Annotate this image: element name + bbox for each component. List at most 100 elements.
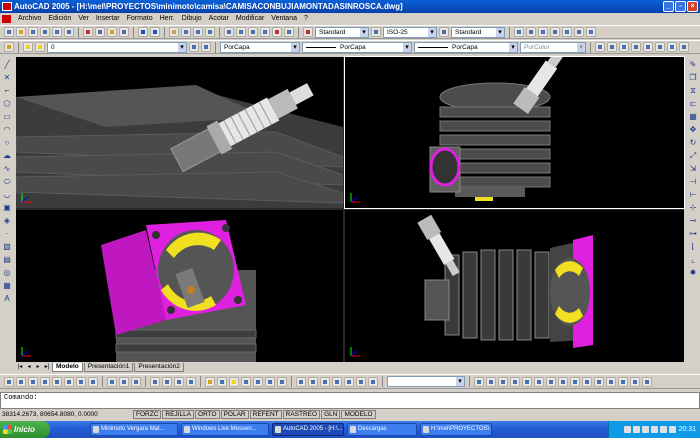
- setup-view-icon[interactable]: [76, 376, 86, 387]
- taskbar-item-proyectos[interactable]: H:\mel\PROYECTOS\...: [420, 423, 492, 436]
- view-back-icon[interactable]: [562, 27, 572, 37]
- toolpalette-icon[interactable]: [248, 27, 258, 37]
- shade-2d-icon[interactable]: [296, 376, 306, 387]
- designcenter-icon[interactable]: [236, 27, 246, 37]
- tab-presentacion2[interactable]: Presentación2: [134, 362, 184, 372]
- menu-acotar[interactable]: Acotar: [209, 15, 229, 22]
- cut-icon[interactable]: [83, 27, 93, 37]
- restore-button[interactable]: ▫: [675, 1, 686, 12]
- dim-diameter-icon[interactable]: [546, 376, 556, 387]
- rotate-icon[interactable]: ↻: [688, 138, 698, 148]
- zoom-window-icon[interactable]: [193, 27, 203, 37]
- scale-icon[interactable]: ⤢: [688, 151, 698, 161]
- flat-icon[interactable]: [332, 376, 342, 387]
- mirror-icon[interactable]: ⧖: [688, 86, 698, 96]
- materials-icon[interactable]: [241, 376, 251, 387]
- document-icon[interactable]: [2, 14, 11, 23]
- make-current-icon[interactable]: [189, 42, 199, 52]
- tray-icon[interactable]: [642, 426, 650, 433]
- solid-tool-1-icon[interactable]: [595, 42, 605, 52]
- redo-icon[interactable]: [150, 27, 160, 37]
- match-properties-icon[interactable]: [119, 27, 129, 37]
- tray-icon[interactable]: [633, 426, 641, 433]
- menu-insertar[interactable]: Insertar: [96, 15, 120, 22]
- zoom-realtime-icon[interactable]: [181, 27, 191, 37]
- lineweight-toggle[interactable]: GLN: [321, 410, 341, 419]
- trim-icon[interactable]: ⊣: [688, 177, 698, 187]
- solid-tool-8-icon[interactable]: [679, 42, 689, 52]
- polyline-icon[interactable]: ⌐: [2, 86, 12, 96]
- next-tab-button[interactable]: ▸: [34, 363, 42, 372]
- quick-dim-icon[interactable]: [570, 376, 580, 387]
- rectangle-icon[interactable]: ▭: [2, 112, 12, 122]
- save-icon[interactable]: [28, 27, 38, 37]
- solid-tool-6-icon[interactable]: [655, 42, 665, 52]
- close-button[interactable]: ×: [687, 1, 698, 12]
- view-se-icon[interactable]: [586, 27, 596, 37]
- gouraud-icon[interactable]: [344, 376, 354, 387]
- viewport-bottom-right[interactable]: [345, 210, 684, 362]
- dim-arc-icon[interactable]: [498, 376, 508, 387]
- join-icon[interactable]: ⊶: [688, 229, 698, 239]
- layer-manager-icon[interactable]: [4, 42, 14, 52]
- dim-radius-icon[interactable]: [522, 376, 532, 387]
- center-mark-icon[interactable]: [630, 376, 640, 387]
- dim-edit-icon[interactable]: [642, 376, 652, 387]
- publish-icon[interactable]: [64, 27, 74, 37]
- view-side-icon[interactable]: [550, 27, 560, 37]
- line-icon[interactable]: ╱: [2, 60, 12, 70]
- tab-modelo[interactable]: Modelo: [52, 362, 83, 372]
- help-icon[interactable]: [284, 27, 294, 37]
- fillet-icon[interactable]: ⌞: [688, 255, 698, 265]
- setup-profile-icon[interactable]: [88, 376, 98, 387]
- revcloud-icon[interactable]: ☁: [2, 151, 12, 161]
- text-style-select[interactable]: Standard: [315, 26, 369, 38]
- setup-drawing-icon[interactable]: [64, 376, 74, 387]
- chamfer-icon[interactable]: ⌊: [688, 242, 698, 252]
- tray-icon[interactable]: [624, 426, 632, 433]
- otrack-toggle[interactable]: RASTREO: [282, 410, 321, 419]
- solid-tool-5-icon[interactable]: [643, 42, 653, 52]
- tray-icon[interactable]: [660, 426, 668, 433]
- menu-modificar[interactable]: Modificar: [236, 15, 264, 22]
- solid-tool-4-icon[interactable]: [631, 42, 641, 52]
- mtext-icon[interactable]: A: [2, 294, 12, 304]
- view-sw-icon[interactable]: [574, 27, 584, 37]
- explode-icon[interactable]: ✸: [688, 268, 698, 278]
- offset-icon[interactable]: ⊏: [688, 99, 698, 109]
- print-icon[interactable]: [40, 27, 50, 37]
- flat-edges-icon[interactable]: [356, 376, 366, 387]
- camera-icon[interactable]: [174, 376, 184, 387]
- linetype-select[interactable]: PorCapa: [302, 41, 412, 53]
- preview-icon[interactable]: [52, 27, 62, 37]
- menu-ver[interactable]: Ver: [78, 15, 89, 22]
- circle-icon[interactable]: ○: [2, 138, 12, 148]
- arc-icon[interactable]: ◠: [2, 125, 12, 135]
- gradient-icon[interactable]: ▤: [2, 255, 12, 265]
- extend-icon[interactable]: ⊢: [688, 190, 698, 200]
- ortho-toggle[interactable]: ORTO: [195, 410, 220, 419]
- region-icon[interactable]: ◎: [2, 268, 12, 278]
- dim-style-select[interactable]: ISO-25: [383, 26, 437, 38]
- named-view-select[interactable]: [387, 376, 465, 387]
- minimize-button[interactable]: _: [663, 1, 674, 12]
- viewport-top-left[interactable]: [16, 57, 343, 208]
- dim-continue-icon[interactable]: [594, 376, 604, 387]
- prev-tab-button[interactable]: ◂: [25, 363, 33, 372]
- view-front-icon[interactable]: [538, 27, 548, 37]
- model-toggle[interactable]: MODELO: [341, 410, 376, 419]
- markup-icon[interactable]: [272, 27, 282, 37]
- scene-icon[interactable]: [217, 376, 227, 387]
- new-icon[interactable]: [4, 27, 14, 37]
- continuous-orbit-icon[interactable]: [162, 376, 172, 387]
- polar-toggle[interactable]: POLAR: [220, 410, 249, 419]
- shade-3d-icon[interactable]: [308, 376, 318, 387]
- point-icon[interactable]: ·: [2, 229, 12, 239]
- menu-formato[interactable]: Formato: [127, 15, 153, 22]
- mapping-icon[interactable]: [253, 376, 263, 387]
- start-button[interactable]: Inicio: [0, 421, 50, 438]
- revolve-icon[interactable]: [16, 376, 26, 387]
- menu-archivo[interactable]: Archivo: [18, 15, 41, 22]
- interfere-icon[interactable]: [52, 376, 62, 387]
- erase-icon[interactable]: ✎: [688, 60, 698, 70]
